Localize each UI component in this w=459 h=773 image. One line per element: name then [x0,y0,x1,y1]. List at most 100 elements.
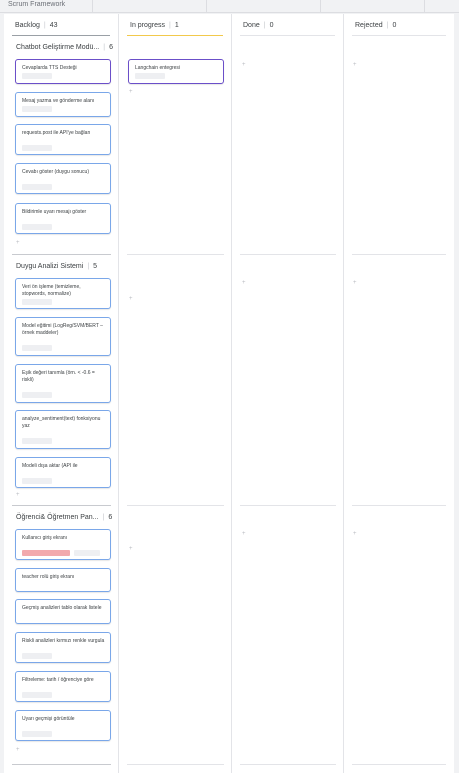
add-card-button[interactable]: + [242,280,246,286]
task-card[interactable]: analyze_sentiment(text) fonksiyonu yaz [15,410,111,449]
card-placeholder [135,73,165,79]
task-card[interactable]: Modeli dışa aktar (API ile [15,457,111,488]
column-name: Done [243,22,260,29]
card-placeholder [22,653,52,659]
task-card[interactable]: Mesaj yazma ve gönderme alanı [15,92,111,117]
task-title: Mesaj yazma ve gönderme alanı [22,98,95,104]
column-count: 0 [269,22,274,29]
task-card[interactable]: Veri ön işleme (temizleme, stopwords, no… [15,278,111,309]
card-placeholder [22,145,52,151]
divider [92,0,93,13]
card-placeholder [22,184,52,190]
swimlane-divider [12,254,111,255]
column-header-backlog[interactable]: Backlog | 43 [4,14,118,38]
task-card[interactable]: teacher rolü giriş ekranı [15,568,111,592]
task-title: teacher rolü giriş ekranı [22,574,75,580]
group-title-chatbot[interactable]: Chatbot Geliştirme Modü... | 6 [16,44,113,51]
risk-indicator-bar [22,550,70,556]
task-title: Bildirimle uyarı mesajı göster [22,209,87,215]
column-underline [12,35,110,36]
task-title: Langchain entegresi [135,65,181,71]
task-title: analyze_sentiment(text) fonksiyonu yaz [22,416,101,429]
kanban-board: Backlog | 43 Chatbot Geliştirme Modü... | 6 … [4,14,454,773]
add-card-button[interactable]: + [129,89,133,95]
add-card-button[interactable]: + [16,240,20,246]
column-underline [127,35,223,36]
card-placeholder [22,73,52,79]
card-placeholder [22,692,52,698]
card-placeholder [22,299,52,305]
add-card-button[interactable]: + [16,747,20,753]
task-title: Cevaplarda TTS Desteği [22,65,77,71]
task-title: Riskli analizleri kırmızı renkle vurgula [22,638,105,644]
add-card-button[interactable]: + [353,62,357,68]
task-card[interactable]: Model eğitimi (LogReg/SVM/BERT – örnek m… [15,317,111,356]
card-placeholder [22,392,52,398]
add-card-button[interactable]: + [129,546,133,552]
column-in-progress: In progress | 1 Langchain entegresi + + + [119,14,232,773]
task-title: Veri ön işleme (temizleme, stopwords, no… [22,284,81,297]
task-title: Cevabı göster (duygu sonucu) [22,169,89,175]
column-header-rejected[interactable]: Rejected | 0 [344,14,454,38]
task-card[interactable]: Cevaplarda TTS Desteği [15,59,111,84]
swimlane-divider [12,764,111,765]
column-count: 43 [49,22,58,29]
card-placeholder [22,731,52,737]
add-card-button[interactable]: + [353,280,357,286]
add-card-button[interactable]: + [129,296,133,302]
task-title: Uyarı geçmişi görüntüle [22,716,75,722]
group-title-sentiment[interactable]: Duygu Analizi Sistemi | 5 [16,263,97,270]
column-name: Backlog [15,22,40,29]
column-count: 0 [392,22,397,29]
top-bar: Scrum Framework [0,0,459,13]
column-backlog: Backlog | 43 Chatbot Geliştirme Modü... | 6 … [4,14,119,773]
column-underline [240,35,335,36]
column-name: In progress [130,22,166,29]
task-card[interactable]: Geçmiş analizleri tablo olarak listele [15,599,111,624]
swimlane-divider [127,764,224,765]
divider [206,0,207,13]
add-card-button[interactable]: + [242,531,246,537]
column-header-in-progress[interactable]: In progress | 1 [119,14,231,38]
divider [424,0,425,13]
add-card-button[interactable]: + [353,531,357,537]
column-rejected: Rejected | 0 + + + [344,14,454,773]
task-card[interactable]: Cevabı göster (duygu sonucu) [15,163,111,194]
task-card[interactable]: Uyarı geçmişi görüntüle [15,710,111,741]
task-card[interactable]: Langchain entegresi [128,59,224,84]
task-card[interactable]: Filtreleme: tarih / öğrenciye göre [15,671,111,702]
swimlane-divider [127,254,224,255]
swimlane-divider [127,505,224,506]
task-card[interactable]: Eşik değeri tanımla (örn. < -0.6 = riskl… [15,364,111,403]
swimlane-divider [240,505,336,506]
swimlane-divider [352,254,446,255]
swimlane-divider [352,505,446,506]
task-title: Kullanıcı giriş ekranı [22,535,68,541]
divider [320,0,321,13]
swimlane-divider [240,254,336,255]
add-card-button[interactable]: + [242,62,246,68]
column-name: Rejected [355,22,383,29]
column-count: 1 [174,22,179,29]
card-placeholder [22,106,52,112]
task-title: Modeli dışa aktar (API ile [22,463,78,469]
swimlane-divider [12,505,111,506]
task-card[interactable]: Kullanıcı giriş ekranı [15,529,111,560]
task-title: requests.post ile API'ye bağlan [22,130,91,136]
task-title: Filtreleme: tarih / öğrenciye göre [22,677,94,683]
card-placeholder [22,224,52,230]
task-card[interactable]: Riskli analizleri kırmızı renkle vurgula [15,632,111,663]
board-title: Scrum Framework [8,1,66,8]
group-title-panel[interactable]: Öğrenci& Öğretmen Pan... | 6 [16,514,112,521]
column-underline [352,35,446,36]
task-title: Eşik değeri tanımla (örn. < -0.6 = riskl… [22,370,95,383]
card-placeholder [22,438,52,444]
swimlane-divider [240,764,336,765]
card-placeholder [74,550,100,556]
column-header-done[interactable]: Done | 0 [232,14,343,38]
task-card[interactable]: Bildirimle uyarı mesajı göster [15,203,111,234]
card-placeholder [22,478,52,484]
add-card-button[interactable]: + [16,492,20,498]
task-card[interactable]: requests.post ile API'ye bağlan [15,124,111,155]
task-title: Geçmiş analizleri tablo olarak listele [22,605,102,611]
